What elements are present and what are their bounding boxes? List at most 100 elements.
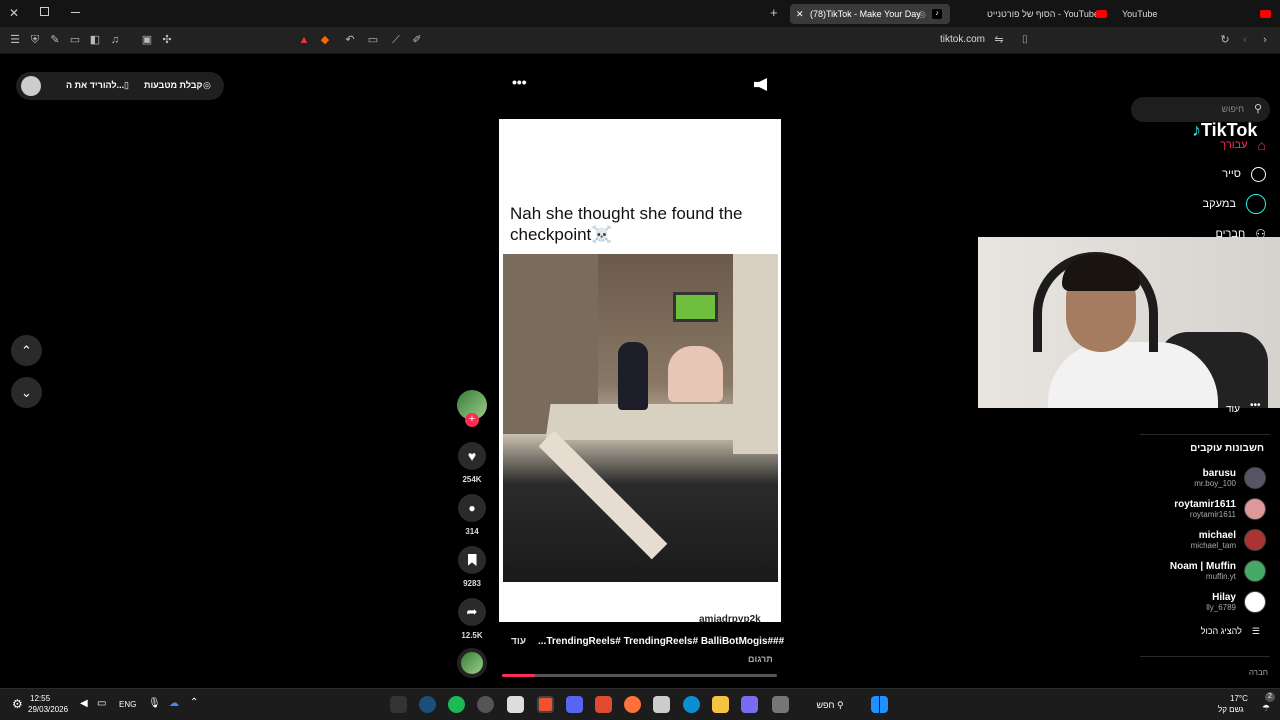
previous-video-button[interactable]: ⌃ (11, 335, 42, 366)
extensions-icon[interactable]: ✣ (160, 33, 174, 47)
discord-icon[interactable] (566, 696, 583, 713)
weather-desc[interactable]: גשם קל (1218, 705, 1244, 714)
new-tab-button[interactable]: + (770, 5, 778, 20)
video-progress-bar[interactable] (502, 674, 777, 677)
weather-icon[interactable]: ☂ (1262, 703, 1270, 714)
network-icon[interactable]: ▭ (97, 698, 106, 709)
sidebar-icon[interactable]: ◧ (88, 33, 102, 47)
tab-sound-icon: ◎ (918, 9, 926, 19)
search-icon[interactable]: ⚲ (1254, 97, 1262, 122)
edit-icon[interactable]: ✐ (410, 33, 424, 47)
nav-following[interactable]: במעקב (1203, 194, 1266, 214)
store-icon[interactable] (653, 696, 670, 713)
steam-icon[interactable] (419, 696, 436, 713)
clock-date[interactable]: 29/03/2026 (28, 705, 68, 714)
account-username: mr.boy_100 (1194, 478, 1236, 488)
screenshot-icon[interactable]: ▣ (140, 33, 154, 47)
taskbar-search[interactable]: חפש ⚲ (800, 696, 860, 714)
tab-tiktok[interactable]: ✕ (78)TikTok - Make Your Day ◎ ♪ (790, 4, 950, 24)
restore-window-icon[interactable] (40, 7, 49, 16)
see-more-link[interactable]: עוד (511, 636, 526, 647)
company-link[interactable]: חברה (1249, 668, 1268, 677)
forward-arrow-icon[interactable]: › (1258, 33, 1272, 47)
reader-icon[interactable]: ▭ (366, 33, 380, 47)
translate-link[interactable]: תרגום (748, 654, 773, 664)
onedrive-icon[interactable]: ☁ (169, 698, 179, 709)
vpn-icon[interactable]: ▲ (297, 33, 311, 47)
edge-icon[interactable] (683, 696, 700, 713)
close-window-icon[interactable]: ✕ (9, 6, 19, 20)
settings-icon[interactable]: ⚙ (12, 697, 23, 711)
file-explorer-icon[interactable] (712, 696, 729, 713)
show-all-link[interactable]: להציג הכול ☰ (1201, 626, 1260, 637)
tab-youtube[interactable]: YouTube (1110, 4, 1275, 24)
address-bar[interactable]: tiktok.com (940, 34, 985, 45)
brave-shield-icon[interactable]: ◆ (318, 33, 332, 47)
video-author[interactable]: amjadrpyp2k (699, 614, 761, 622)
github-icon[interactable] (477, 696, 494, 713)
following-account[interactable]: roytamir1611 roytamir1611 (1174, 495, 1266, 523)
site-settings-icon[interactable]: ⇋ (992, 33, 1006, 47)
following-account[interactable]: barusu mr.boy_100 (1194, 464, 1266, 492)
ledge (545, 404, 761, 440)
notification-count[interactable]: 2 (1265, 692, 1275, 702)
tabs-icon[interactable]: ▭ (68, 33, 82, 47)
search-input[interactable]: חיפוש ⚲ (1131, 97, 1270, 122)
following-account[interactable]: Hilay lly_6789 (1206, 588, 1266, 616)
bookmark-icon (467, 554, 477, 566)
profile-avatar[interactable] (21, 76, 41, 96)
epic-games-icon[interactable] (390, 696, 407, 713)
music-icon[interactable]: ♫ (108, 33, 122, 47)
close-tab-icon[interactable]: ✕ (796, 4, 804, 24)
language-indicator[interactable]: ENG (119, 700, 136, 709)
speaker-icon[interactable]: ◀ (80, 698, 88, 709)
following-account[interactable]: michael michael_tam (1191, 526, 1266, 554)
translate-icon[interactable]: ⟋ (389, 33, 403, 47)
tab-title: YouTube (1122, 9, 1158, 19)
windows-start-icon[interactable] (871, 696, 888, 713)
copilot-icon[interactable] (741, 696, 758, 713)
task-view-icon[interactable] (772, 696, 789, 713)
spotify-icon[interactable] (448, 696, 465, 713)
tab-youtube-fortnite[interactable]: הסוף של פורטנייט - YouTube (955, 4, 1107, 24)
nav-explore[interactable]: סייר (1222, 164, 1266, 184)
share-action[interactable]: ➦ 12.5K (458, 598, 486, 640)
comment-action[interactable]: ● 314 (458, 494, 486, 536)
share-count: 12.5K (461, 631, 483, 640)
back-arrow-icon[interactable]: ‹ (1238, 33, 1252, 47)
get-coins-link[interactable]: קבלת מטבעות (144, 80, 202, 90)
reload-icon[interactable]: ↻ (1218, 33, 1232, 47)
capcut-icon[interactable] (507, 696, 524, 713)
clock-time[interactable]: 12:55 (30, 694, 50, 703)
firefox-icon[interactable] (624, 696, 641, 713)
volume-icon[interactable] (754, 78, 767, 91)
account-username: roytamir1611 (1189, 509, 1236, 519)
tray-chevron-icon[interactable]: ⌃ (190, 697, 198, 708)
nav-for-you[interactable]: עבורך ⌂ (1220, 135, 1266, 155)
music-disc-avatar[interactable] (457, 648, 487, 678)
shield-icon[interactable]: ⛨ (28, 33, 42, 47)
like-action[interactable]: ♥ 254K (458, 442, 486, 484)
more-nav-label[interactable]: עוד (1226, 404, 1240, 415)
video-hashtags[interactable]: ...TrendingReels# TrendingReels# BalliBo… (538, 636, 784, 647)
microphone-icon[interactable]: 🎙 (148, 698, 161, 709)
youtube-favicon-icon (1260, 10, 1271, 18)
weather-temp[interactable]: 17°C (1230, 694, 1248, 703)
brush-icon[interactable]: ✎ (48, 33, 62, 47)
more-options-icon[interactable]: ••• (512, 74, 527, 90)
bookmark-icon[interactable]: ⌷ (1018, 33, 1032, 47)
following-account[interactable]: Noam | Muffin muffin.yt (1170, 557, 1266, 585)
follow-plus-icon[interactable]: + (465, 413, 479, 427)
next-video-button[interactable]: ⌄ (11, 377, 42, 408)
back-icon[interactable]: ↶ (343, 33, 357, 47)
save-action[interactable]: 9283 (458, 546, 486, 588)
download-app-link[interactable]: להוריד את ה... (66, 80, 124, 90)
more-nav-icon[interactable]: ••• (1250, 400, 1261, 411)
brave-beta-icon[interactable] (595, 696, 612, 713)
browser-tab-bar: ✕ + ✕ (78)TikTok - Make Your Day ◎ ♪ הסו… (0, 0, 1280, 27)
video-player[interactable]: Nah she thought she found the checkpoint… (499, 119, 781, 622)
menu-icon[interactable]: ☰ (8, 33, 22, 47)
minimize-window-icon[interactable] (71, 12, 80, 13)
creator-avatar[interactable]: + (457, 390, 487, 427)
brave-icon[interactable] (537, 696, 554, 713)
